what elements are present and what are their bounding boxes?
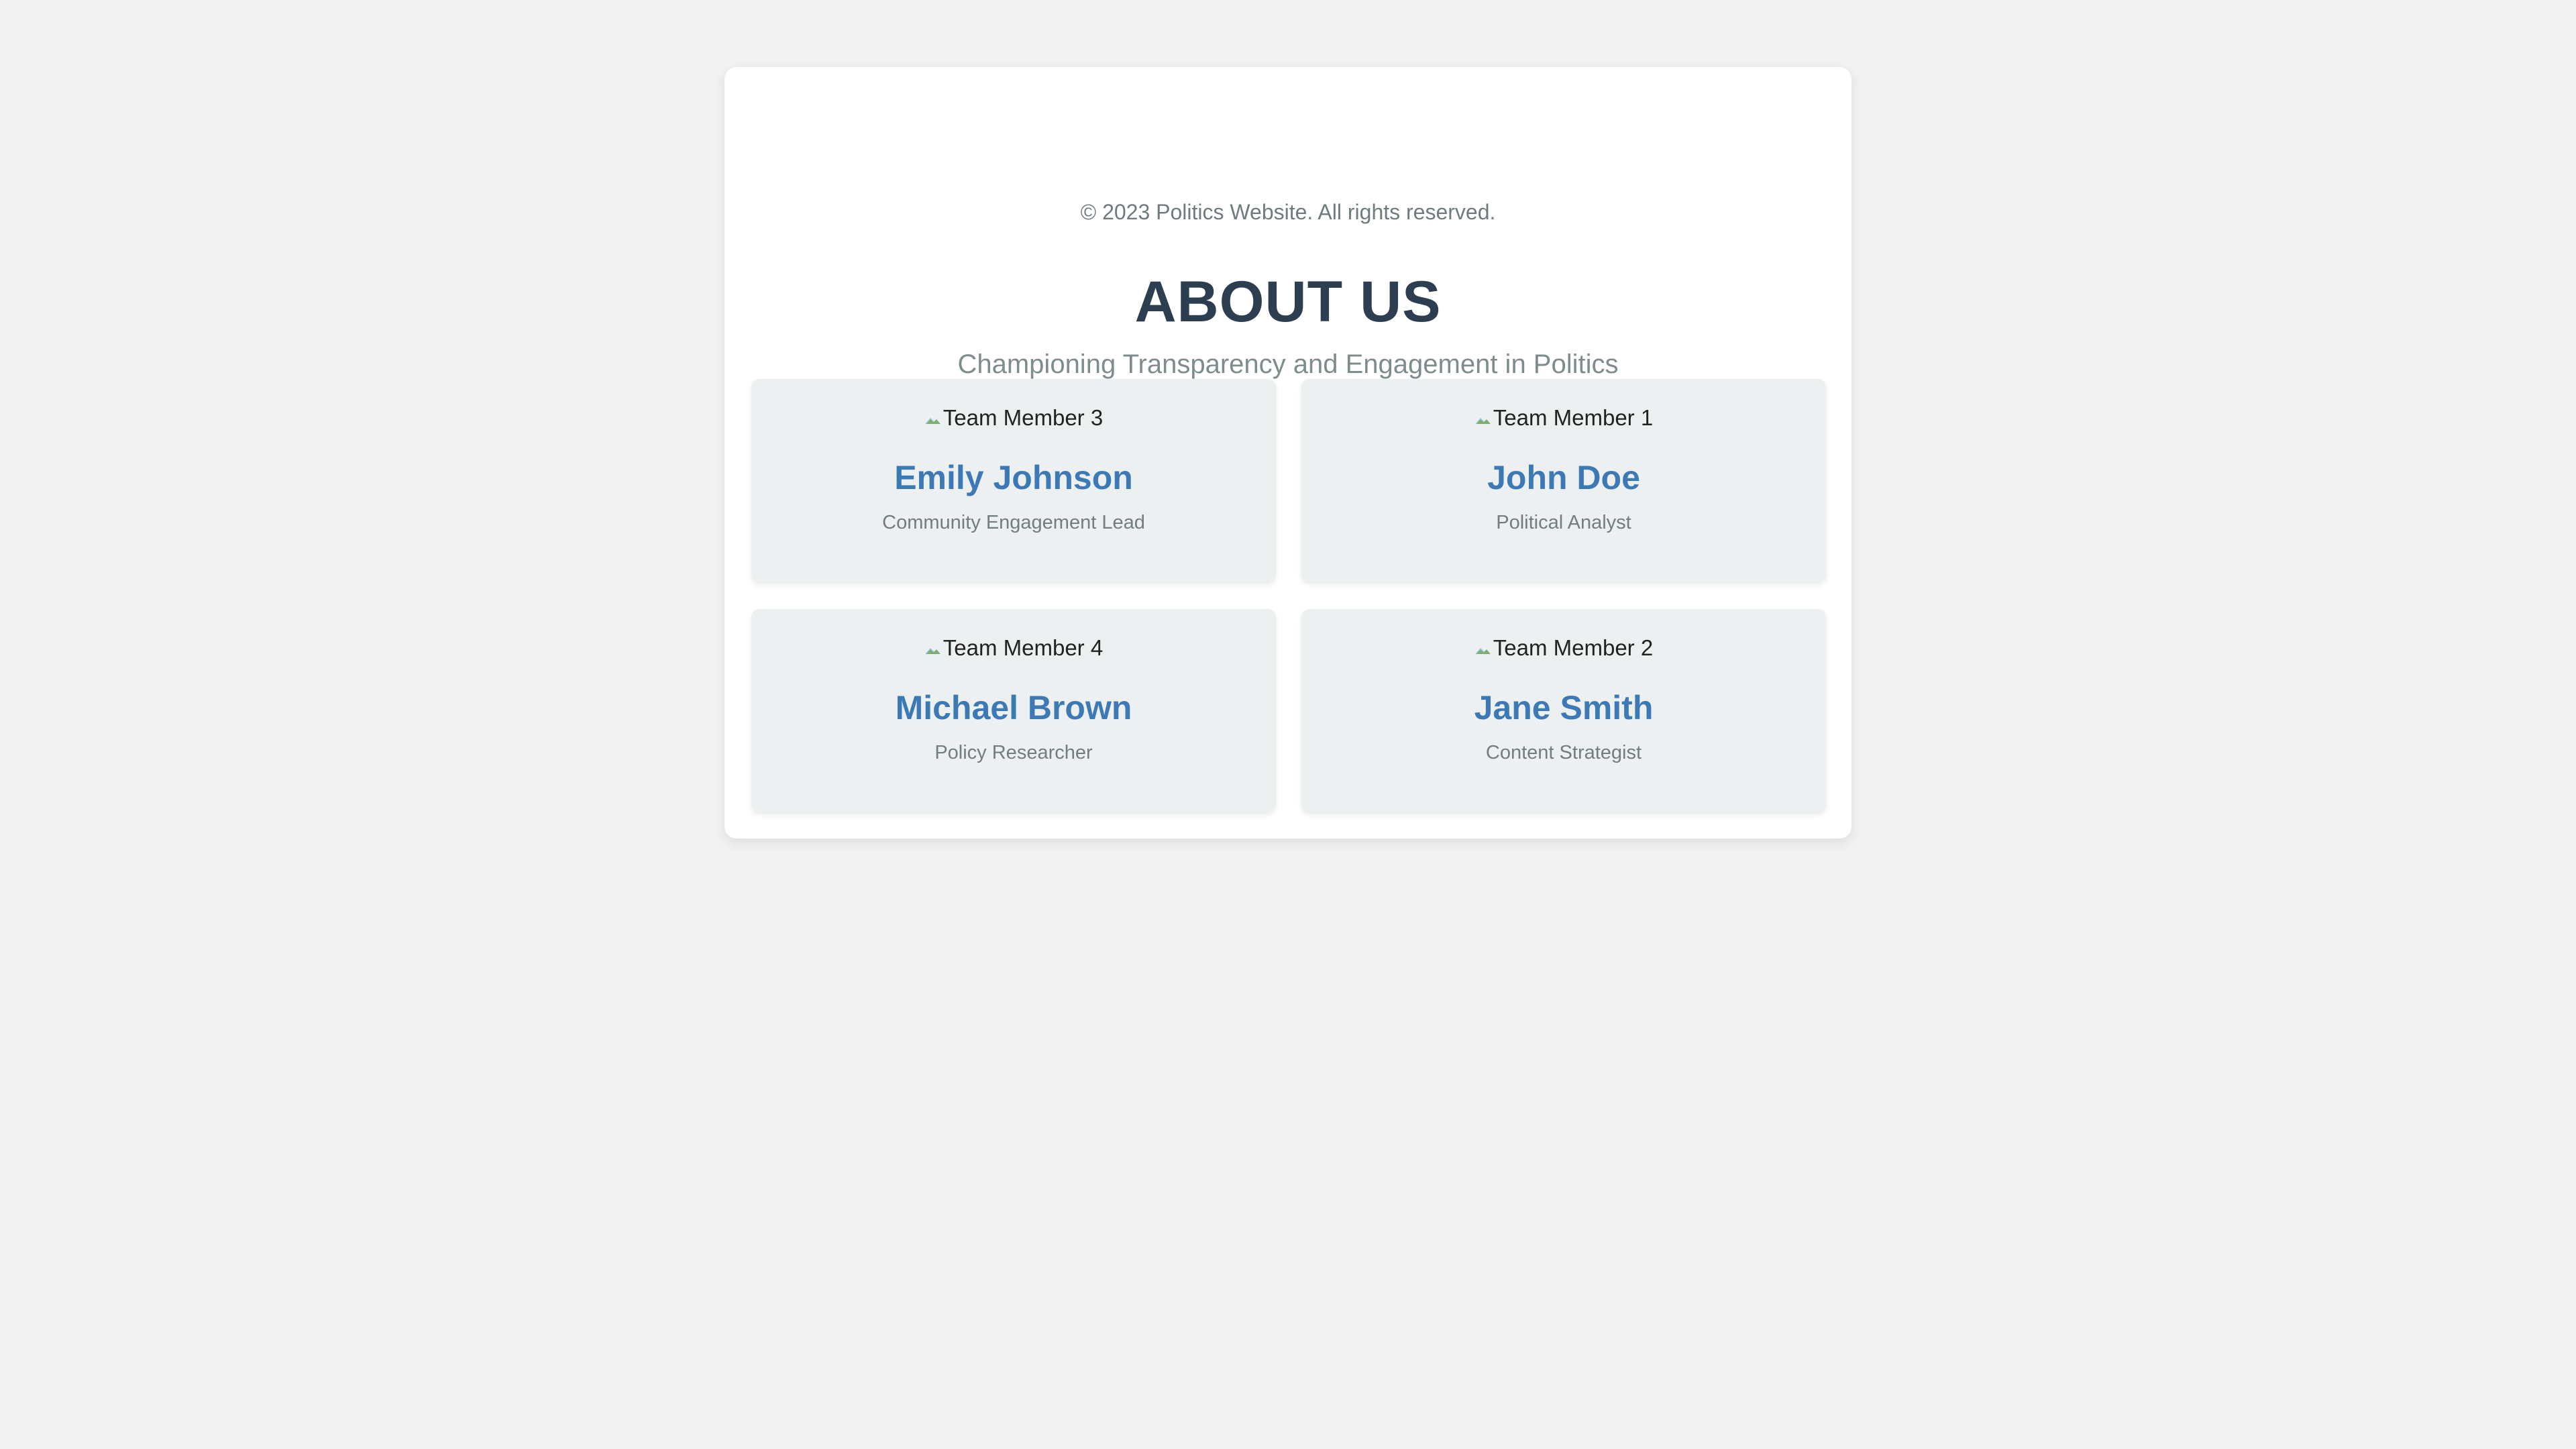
team-member-name: Jane Smith [1474,689,1654,727]
broken-image-icon [925,418,941,425]
team-member-photo-alt: Team Member 1 [1493,405,1654,430]
team-member-role: Community Engagement Lead [882,512,1145,533]
team-member-photo-alt: Team Member 3 [943,405,1104,430]
team-card: Team Member 4 Michael Brown Policy Resea… [751,609,1276,813]
team-member-role: Policy Researcher [934,742,1093,763]
broken-image-icon [1475,418,1491,425]
team-member-name: Michael Brown [895,689,1132,727]
team-member-photo: Team Member 4 [751,635,1276,661]
team-member-role: Content Strategist [1485,742,1642,763]
team-member-name: John Doe [1487,459,1640,496]
team-member-photo: Team Member 1 [1301,405,1826,431]
team-member-photo-alt: Team Member 2 [1493,635,1654,660]
team-member-photo: Team Member 2 [1301,635,1826,661]
team-member-role: Political Analyst [1496,512,1631,533]
team-member-name: Emily Johnson [894,459,1133,496]
team-member-photo: Team Member 3 [751,405,1276,431]
team-card: Team Member 2 Jane Smith Content Strateg… [1301,609,1826,813]
team-member-photo-alt: Team Member 4 [943,635,1104,660]
copyright-text: © 2023 Politics Website. All rights rese… [1080,200,1496,224]
broken-image-icon [1475,648,1491,655]
about-panel: © 2023 Politics Website. All rights rese… [724,67,1851,839]
page: © 2023 Politics Website. All rights rese… [0,0,2576,1449]
team-card: Team Member 1 John Doe Political Analyst [1301,379,1826,583]
page-title: ABOUT US [1134,270,1442,334]
broken-image-icon [925,648,941,655]
page-subtitle: Championing Transparency and Engagement … [957,350,1619,379]
team-card: Team Member 3 Emily Johnson Community En… [751,379,1276,583]
